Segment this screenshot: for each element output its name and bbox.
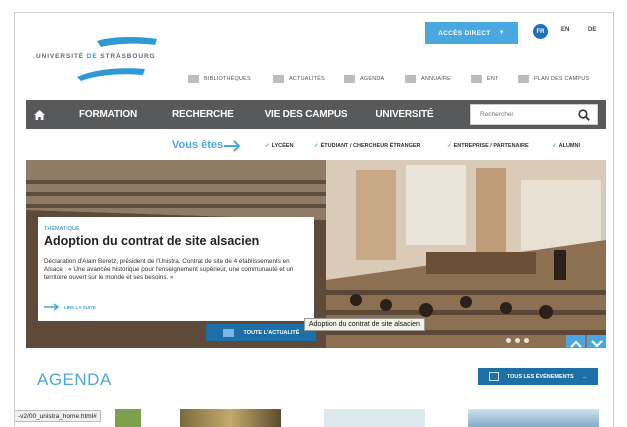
news-icon bbox=[222, 328, 234, 337]
audience-lyceen[interactable]: ✓ LYCÉEN bbox=[265, 143, 293, 149]
slider-up-button[interactable] bbox=[566, 335, 585, 348]
lang-de[interactable]: DE bbox=[588, 27, 596, 33]
check-icon: ✓ bbox=[447, 143, 452, 149]
search-icon bbox=[578, 108, 590, 121]
search-button[interactable] bbox=[571, 105, 597, 124]
quicklink-bibliotheques[interactable]: BIBLIOTHÈQUES bbox=[188, 73, 251, 85]
arrow-right-icon bbox=[44, 303, 60, 311]
hero-title[interactable]: Adoption du contrat de site alsacien bbox=[44, 234, 259, 248]
agenda-thumbnail[interactable] bbox=[180, 409, 281, 427]
read-more-link[interactable]: LIRE LA SUITE bbox=[44, 303, 96, 311]
arrow-right-icon bbox=[224, 140, 241, 152]
nav-formation[interactable]: FORMATION bbox=[79, 109, 137, 120]
acces-direct-button[interactable]: ACCÈS DIRECT ▼ bbox=[425, 22, 518, 44]
audience-label: Vous êtes bbox=[172, 139, 224, 151]
calendar-icon bbox=[488, 372, 499, 381]
quicklink-annuaire[interactable]: ANNUAIRE bbox=[405, 73, 451, 85]
directory-icon bbox=[405, 75, 416, 83]
audience-alumni[interactable]: ✓ ALUMNI bbox=[552, 143, 580, 149]
screen-icon bbox=[471, 75, 482, 83]
quicklink-actualites[interactable]: ACTUALITÉS bbox=[273, 73, 325, 85]
home-icon bbox=[34, 109, 45, 120]
calendar-icon bbox=[344, 75, 355, 83]
all-news-button[interactable]: TOUTE L'ACTUALITÉ bbox=[206, 324, 316, 341]
check-icon: ✓ bbox=[552, 143, 557, 149]
nav-recherche[interactable]: RECHERCHE bbox=[172, 109, 234, 120]
tooltip: Adoption du contrat de site alsacien bbox=[304, 318, 425, 331]
chevron-down-icon: ▼ bbox=[498, 30, 505, 36]
arrow-right-icon: → bbox=[581, 373, 588, 380]
logo-wordmark: UNIVERSITÉ DE STRASBOURG bbox=[36, 53, 156, 60]
chevron-up-icon bbox=[569, 340, 582, 348]
hero-text: Déclaration d'Alain Beretz, président de… bbox=[44, 258, 294, 282]
audience-etudiant[interactable]: ✓ ÉTUDIANT / CHERCHEUR ÉTRANGER bbox=[314, 143, 421, 149]
lang-fr[interactable]: FR bbox=[533, 24, 548, 39]
check-icon: ✓ bbox=[314, 143, 319, 149]
agenda-thumbnail[interactable] bbox=[115, 409, 141, 427]
slider-dots bbox=[506, 338, 529, 343]
quicklink-plan-des-campus[interactable]: PLAN DES CAMPUS bbox=[518, 73, 589, 85]
agenda-thumbnail[interactable] bbox=[468, 409, 599, 427]
main-navigation: FORMATION RECHERCHE VIE DES CAMPUS UNIVE… bbox=[26, 100, 606, 129]
search-box bbox=[470, 104, 598, 125]
status-bar-url: -v2/00_unistra_home.html# bbox=[15, 410, 101, 422]
news-icon bbox=[273, 75, 284, 83]
slider-dot[interactable] bbox=[524, 338, 529, 343]
browser-viewport: UNIVERSITÉ DE STRASBOURG ACCÈS DIRECT ▼ … bbox=[14, 12, 614, 427]
hero-tag: THÉMATIQUE bbox=[44, 226, 80, 232]
check-icon: ✓ bbox=[265, 143, 270, 149]
hero-card: THÉMATIQUE Adoption du contrat de site a… bbox=[38, 217, 314, 321]
nav-universite[interactable]: UNIVERSITÉ bbox=[375, 109, 433, 120]
all-events-button[interactable]: TOUS LES ÉVÉNEMENTS → bbox=[478, 368, 598, 385]
slider-dot[interactable] bbox=[515, 338, 520, 343]
map-icon bbox=[518, 75, 529, 83]
search-input[interactable] bbox=[471, 111, 571, 118]
lang-en[interactable]: EN bbox=[561, 27, 569, 33]
books-icon bbox=[188, 75, 199, 83]
quicklink-ent[interactable]: ENT bbox=[471, 73, 499, 85]
slider-dot[interactable] bbox=[506, 338, 511, 343]
agenda-title: AGENDA bbox=[37, 370, 112, 389]
acces-direct-label: ACCÈS DIRECT bbox=[438, 29, 491, 37]
chevron-down-icon bbox=[590, 340, 603, 348]
audience-entreprise[interactable]: ✓ ENTREPRISE / PARTENAIRE bbox=[447, 143, 529, 149]
slider-down-button[interactable] bbox=[587, 335, 606, 348]
nav-vie-des-campus[interactable]: VIE DES CAMPUS bbox=[265, 109, 348, 120]
home-button[interactable] bbox=[26, 100, 53, 129]
agenda-thumbnail[interactable] bbox=[324, 409, 425, 427]
quicklink-agenda[interactable]: AGENDA bbox=[344, 73, 384, 85]
